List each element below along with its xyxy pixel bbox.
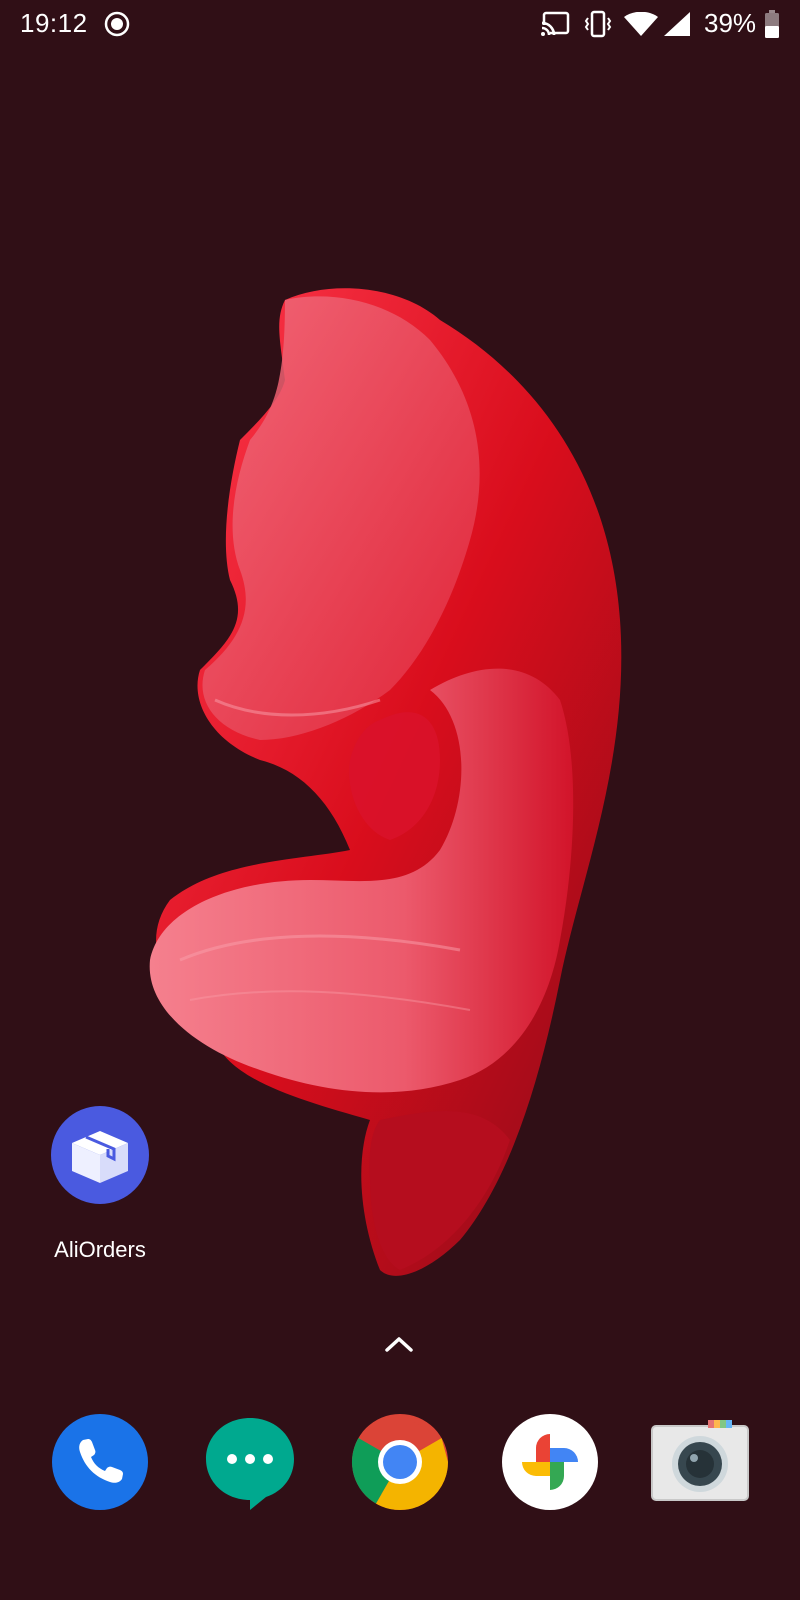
messages-app-icon[interactable] (200, 1412, 300, 1512)
phone-app-icon[interactable] (50, 1412, 150, 1512)
wallpaper-art (149, 288, 622, 1276)
status-time: 19:12 (20, 8, 88, 38)
camera-app-icon[interactable] (650, 1412, 750, 1512)
home-screen: 19:12 39% AliOrders (0, 0, 800, 1600)
app-label: AliOrders (54, 1237, 146, 1262)
chrome-app-icon[interactable] (350, 1412, 450, 1512)
battery-percent: 39% (704, 8, 757, 38)
app-aliorders[interactable]: AliOrders (40, 1105, 160, 1265)
cast-icon (540, 11, 570, 37)
vibrate-icon (584, 10, 612, 38)
chevron-up-icon[interactable] (384, 1334, 414, 1354)
wifi-icon (624, 12, 658, 36)
battery-icon (765, 10, 779, 38)
package-box-icon (51, 1106, 149, 1204)
screen-record-icon (104, 11, 130, 37)
photos-app-icon[interactable] (500, 1412, 600, 1512)
status-bar: 19:12 39% (0, 0, 800, 48)
cell-signal-icon (664, 12, 690, 36)
